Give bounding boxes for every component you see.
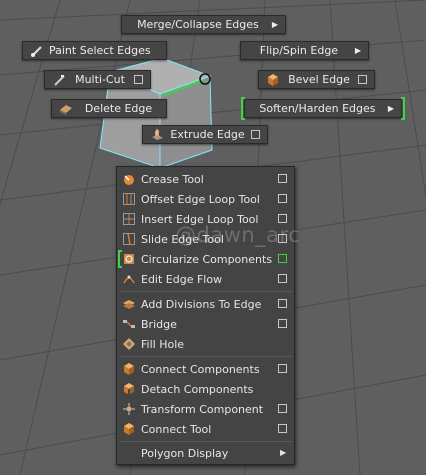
menu-item-label: Fill Hole xyxy=(141,338,185,351)
menu-item-slide-edge[interactable]: Slide Edge Tool xyxy=(117,229,294,249)
menu-item-label: Transform Component xyxy=(141,403,264,416)
menu-item-label: Detach Components xyxy=(141,383,254,396)
option-box[interactable] xyxy=(278,319,287,328)
menu-item-label: Connect Tool xyxy=(141,423,212,436)
menu-separator xyxy=(120,291,291,292)
soften-harden-label: Soften/Harden Edges xyxy=(259,102,376,115)
menu-item-edit-edge-flow[interactable]: Edit Edge Flow xyxy=(117,269,294,289)
menu-item-label: Slide Edge Tool xyxy=(141,233,224,246)
fill-hole-icon xyxy=(122,337,136,351)
submenu-arrow-icon: ▶ xyxy=(387,104,394,113)
extrude-icon xyxy=(150,128,164,142)
option-box[interactable] xyxy=(278,214,287,223)
menu-item-label: Crease Tool xyxy=(141,173,204,186)
knife-icon xyxy=(52,73,66,87)
option-box[interactable] xyxy=(278,254,287,263)
option-box[interactable] xyxy=(278,424,287,433)
merge-collapse-label: Merge/Collapse Edges xyxy=(137,18,259,31)
menu-item-circularize-components[interactable]: Circularize Components xyxy=(117,249,294,269)
paint-brush-icon xyxy=(30,44,44,58)
option-box[interactable] xyxy=(278,194,287,203)
menu-item-add-divisions[interactable]: Add Divisions To Edge xyxy=(117,294,294,314)
menu-item-fill-hole[interactable]: Fill Hole xyxy=(117,334,294,354)
flip-spin-label: Flip/Spin Edge xyxy=(259,44,339,57)
highlight-bracket-right xyxy=(401,97,405,120)
flip-spin-edge[interactable]: Flip/Spin Edge ▶ xyxy=(240,41,369,60)
detach-components-icon xyxy=(122,382,136,396)
menu-item-label: Edit Edge Flow xyxy=(141,273,223,286)
insert-loop-icon xyxy=(122,212,136,226)
menu-item-detach-components[interactable]: Detach Components xyxy=(117,379,294,399)
menu-item-label: Offset Edge Loop Tool xyxy=(141,193,260,206)
option-box[interactable] xyxy=(278,299,287,308)
menu-item-label: Insert Edge Loop Tool xyxy=(141,213,259,226)
submenu-arrow-icon: ▶ xyxy=(271,20,278,29)
menu-item-label: Bridge xyxy=(141,318,177,331)
option-box[interactable] xyxy=(278,404,287,413)
menu-item-offset-edge-loop[interactable]: Offset Edge Loop Tool xyxy=(117,189,294,209)
menu-item-label: Add Divisions To Edge xyxy=(141,298,262,311)
menu-item-connect-tool[interactable]: Connect Tool xyxy=(117,419,294,439)
menu-item-label: Polygon Display xyxy=(141,447,229,460)
option-box[interactable] xyxy=(278,234,287,243)
edge-context-menu: Crease Tool Offset Edge Loop Tool Insert… xyxy=(116,166,295,465)
submenu-arrow-icon: ▶ xyxy=(354,46,361,55)
eraser-icon xyxy=(59,102,73,116)
submenu-arrow-icon: ▶ xyxy=(280,448,287,457)
highlight-bracket-left xyxy=(241,97,245,120)
delete-edge[interactable]: Delete Edge xyxy=(51,99,167,118)
menu-item-polygon-display[interactable]: Polygon Display ▶ xyxy=(117,443,294,463)
bevel-cube-icon xyxy=(266,73,280,87)
menu-item-insert-edge-loop[interactable]: Insert Edge Loop Tool xyxy=(117,209,294,229)
multi-cut[interactable]: Multi-Cut xyxy=(44,70,151,89)
transform-icon xyxy=(122,402,136,416)
soften-harden-edges[interactable]: Soften/Harden Edges ▶ xyxy=(241,97,405,120)
bevel-edge-label: Bevel Edge xyxy=(288,73,350,86)
add-divisions-icon xyxy=(122,297,136,311)
menu-item-label: Connect Components xyxy=(141,363,260,376)
menu-item-connect-components[interactable]: Connect Components xyxy=(117,359,294,379)
circularize-icon xyxy=(122,252,136,266)
extrude-edge-label: Extrude Edge xyxy=(170,128,245,141)
menu-item-label: Circularize Components xyxy=(141,253,273,266)
option-box[interactable] xyxy=(278,364,287,373)
edge-flow-icon xyxy=(122,272,136,286)
crease-icon xyxy=(122,172,136,186)
offset-loop-icon xyxy=(122,192,136,206)
connect-tool-icon xyxy=(122,422,136,436)
multi-cut-label: Multi-Cut xyxy=(75,73,125,86)
option-box[interactable] xyxy=(278,174,287,183)
paint-select-edges[interactable]: Paint Select Edges xyxy=(22,41,167,60)
option-box[interactable] xyxy=(358,75,367,84)
menu-separator xyxy=(120,356,291,357)
option-box[interactable] xyxy=(134,75,143,84)
option-box[interactable] xyxy=(278,274,287,283)
menu-item-bridge[interactable]: Bridge xyxy=(117,314,294,334)
paint-select-label: Paint Select Edges xyxy=(49,44,151,57)
extrude-edge[interactable]: Extrude Edge xyxy=(142,125,268,144)
menu-item-crease-tool[interactable]: Crease Tool xyxy=(117,169,294,189)
menu-separator xyxy=(120,441,291,442)
bridge-icon xyxy=(122,317,136,331)
option-box[interactable] xyxy=(251,130,260,139)
menu-item-transform-component[interactable]: Transform Component xyxy=(117,399,294,419)
bevel-edge[interactable]: Bevel Edge xyxy=(258,70,375,89)
merge-collapse-edges[interactable]: Merge/Collapse Edges ▶ xyxy=(121,15,286,34)
connect-components-icon xyxy=(122,362,136,376)
delete-edge-label: Delete Edge xyxy=(84,102,153,115)
slide-edge-icon xyxy=(122,232,136,246)
